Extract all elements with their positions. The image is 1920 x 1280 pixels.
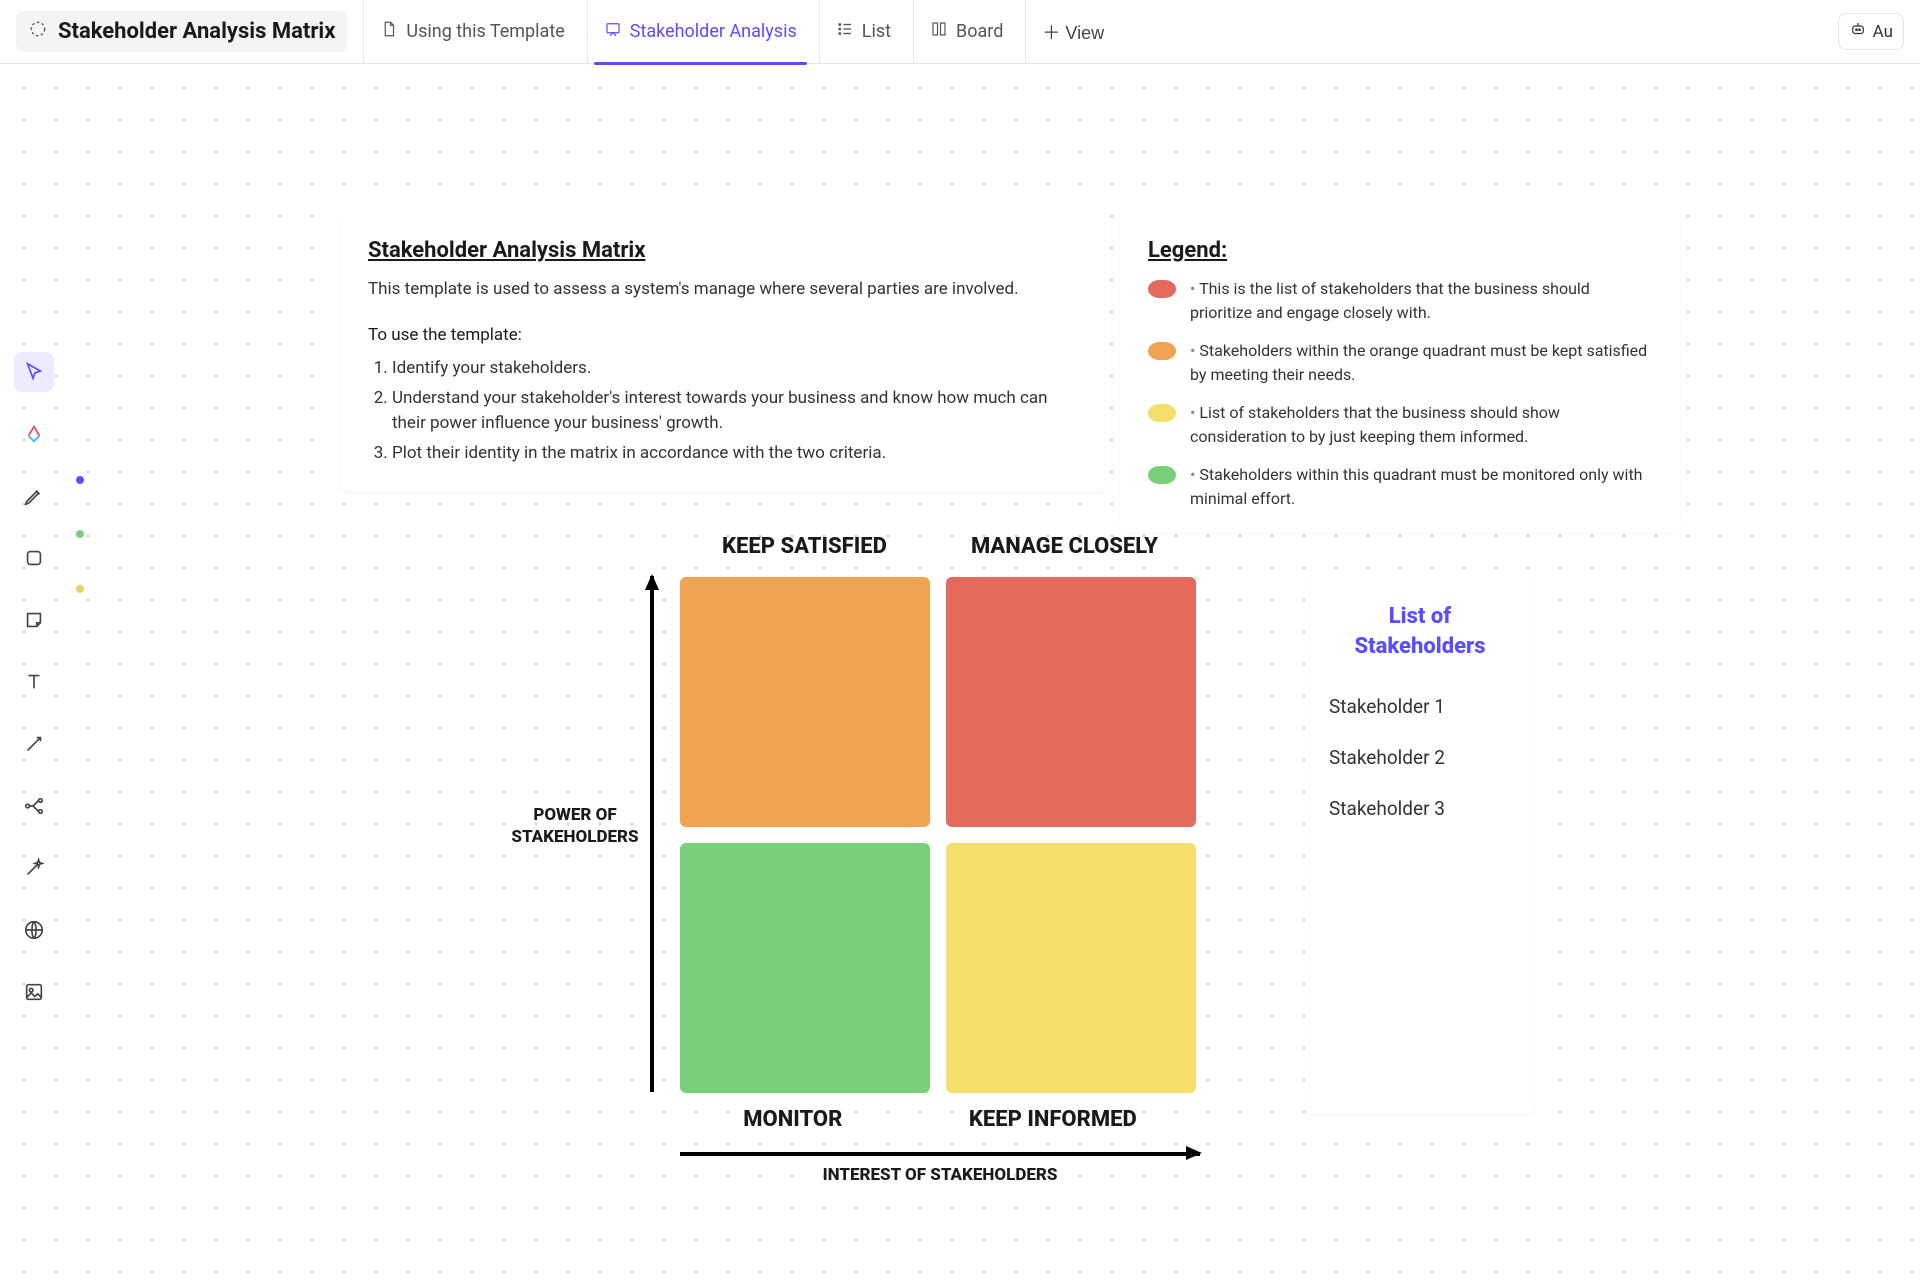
info-lead: This template is used to assess a system… bbox=[368, 277, 1082, 303]
tool-magic[interactable] bbox=[14, 848, 54, 888]
tab-label: Using this Template bbox=[406, 21, 564, 42]
x-axis bbox=[680, 1152, 1200, 1156]
info-steps: Identify your stakeholders. Understand y… bbox=[368, 356, 1082, 466]
label-keep-informed: KEEP INFORMED bbox=[969, 1107, 1137, 1132]
rail-indicator-green bbox=[76, 530, 84, 538]
tab-label: Board bbox=[956, 21, 1003, 42]
stakeholder-item[interactable]: Stakeholder 2 bbox=[1329, 746, 1511, 769]
quadrant-labels-top: KEEP SATISFIED MANAGE CLOSELY bbox=[680, 534, 1200, 559]
tool-rail bbox=[10, 340, 58, 1024]
tool-sparkle[interactable] bbox=[14, 414, 54, 454]
legend-title: Legend: bbox=[1148, 234, 1652, 267]
tool-globe[interactable] bbox=[14, 910, 54, 950]
tool-text[interactable] bbox=[14, 662, 54, 702]
tool-pen[interactable] bbox=[14, 476, 54, 516]
rail-indicator-yellow bbox=[76, 585, 84, 593]
step-item: Plot their identity in the matrix in acc… bbox=[392, 441, 1082, 467]
quadrant-keep-satisfied[interactable] bbox=[680, 577, 930, 827]
tool-branch[interactable] bbox=[14, 786, 54, 826]
topbar: Stakeholder Analysis Matrix Using this T… bbox=[0, 0, 1920, 64]
info-title: Stakeholder Analysis Matrix bbox=[368, 234, 1082, 267]
legend-swatch-yellow bbox=[1148, 404, 1176, 422]
stakeholder-item[interactable]: Stakeholder 1 bbox=[1329, 695, 1511, 718]
quadrant-manage-closely[interactable] bbox=[946, 577, 1196, 827]
doc-icon bbox=[380, 20, 398, 43]
ai-button[interactable]: Au bbox=[1838, 13, 1904, 50]
legend-row: Stakeholders within the orange quadrant … bbox=[1148, 339, 1652, 387]
tool-pointer[interactable] bbox=[14, 352, 54, 392]
tool-image[interactable] bbox=[14, 972, 54, 1012]
legend-row: Stakeholders within this quadrant must b… bbox=[1148, 463, 1652, 511]
x-axis-label: INTEREST OF STAKEHOLDERS bbox=[823, 1164, 1058, 1186]
tab-list[interactable]: List bbox=[819, 0, 907, 64]
legend-text: List of stakeholders that the business s… bbox=[1190, 401, 1652, 449]
add-view-label: View bbox=[1065, 23, 1104, 43]
matrix[interactable]: KEEP SATISFIED MANAGE CLOSELY POWER OF S… bbox=[530, 534, 1230, 1186]
step-item: Identify your stakeholders. bbox=[392, 356, 1082, 382]
quadrant-labels-bottom: MONITOR KEEP INFORMED bbox=[680, 1107, 1200, 1132]
legend-text: Stakeholders within the orange quadrant … bbox=[1190, 339, 1652, 387]
whiteboard-canvas[interactable]: Stakeholder Analysis Matrix This templat… bbox=[0, 64, 1920, 1280]
y-axis-label: POWER OF STAKEHOLDERS bbox=[510, 804, 640, 848]
page-title: Stakeholder Analysis Matrix bbox=[58, 19, 335, 44]
x-axis-wrap: INTEREST OF STAKEHOLDERS bbox=[680, 1152, 1200, 1186]
legend-row: List of stakeholders that the business s… bbox=[1148, 401, 1652, 449]
legend-swatch-red bbox=[1148, 280, 1176, 298]
robot-icon bbox=[1849, 20, 1867, 43]
info-card[interactable]: Stakeholder Analysis Matrix This templat… bbox=[340, 210, 1110, 492]
legend-card[interactable]: Legend: This is the list of stakeholders… bbox=[1120, 210, 1680, 533]
page-title-chip[interactable]: Stakeholder Analysis Matrix bbox=[16, 11, 347, 52]
quadrant-monitor[interactable] bbox=[680, 843, 930, 1093]
tab-stakeholder-analysis[interactable]: Stakeholder Analysis bbox=[587, 0, 813, 64]
stakeholder-list-card[interactable]: List of Stakeholders Stakeholder 1 Stake… bbox=[1305, 574, 1535, 1114]
legend-swatch-orange bbox=[1148, 342, 1176, 360]
tool-shape[interactable] bbox=[14, 538, 54, 578]
rail-indicator-purple bbox=[76, 476, 84, 484]
step-item: Understand your stakeholder's interest t… bbox=[392, 386, 1082, 437]
list-icon bbox=[836, 20, 854, 43]
quadrant-keep-informed[interactable] bbox=[946, 843, 1196, 1093]
label-keep-satisfied: KEEP SATISFIED bbox=[722, 534, 887, 559]
template-icon bbox=[28, 19, 48, 44]
y-axis bbox=[650, 576, 654, 1092]
tab-label: List bbox=[862, 21, 891, 42]
ai-label: Au bbox=[1873, 22, 1893, 42]
tab-board[interactable]: Board bbox=[913, 0, 1019, 64]
legend-row: This is the list of stakeholders that th… bbox=[1148, 277, 1652, 325]
label-monitor: MONITOR bbox=[743, 1107, 842, 1132]
quadrant-grid bbox=[680, 577, 1230, 1093]
legend-text: This is the list of stakeholders that th… bbox=[1190, 277, 1652, 325]
plus-icon: ＋ bbox=[1042, 23, 1060, 43]
whiteboard-icon bbox=[604, 20, 622, 43]
legend-swatch-green bbox=[1148, 466, 1176, 484]
add-view-button[interactable]: ＋ View bbox=[1025, 0, 1120, 64]
tool-sticky[interactable] bbox=[14, 600, 54, 640]
stakeholder-list-title: List of Stakeholders bbox=[1329, 602, 1511, 661]
tab-using-template[interactable]: Using this Template bbox=[363, 0, 580, 64]
howto-lead: To use the template: bbox=[368, 323, 1082, 349]
label-manage-closely: MANAGE CLOSELY bbox=[971, 534, 1158, 559]
stakeholder-item[interactable]: Stakeholder 3 bbox=[1329, 797, 1511, 820]
board-icon bbox=[930, 20, 948, 43]
tab-label: Stakeholder Analysis bbox=[630, 21, 797, 42]
tool-connector[interactable] bbox=[14, 724, 54, 764]
legend-text: Stakeholders within this quadrant must b… bbox=[1190, 463, 1652, 511]
